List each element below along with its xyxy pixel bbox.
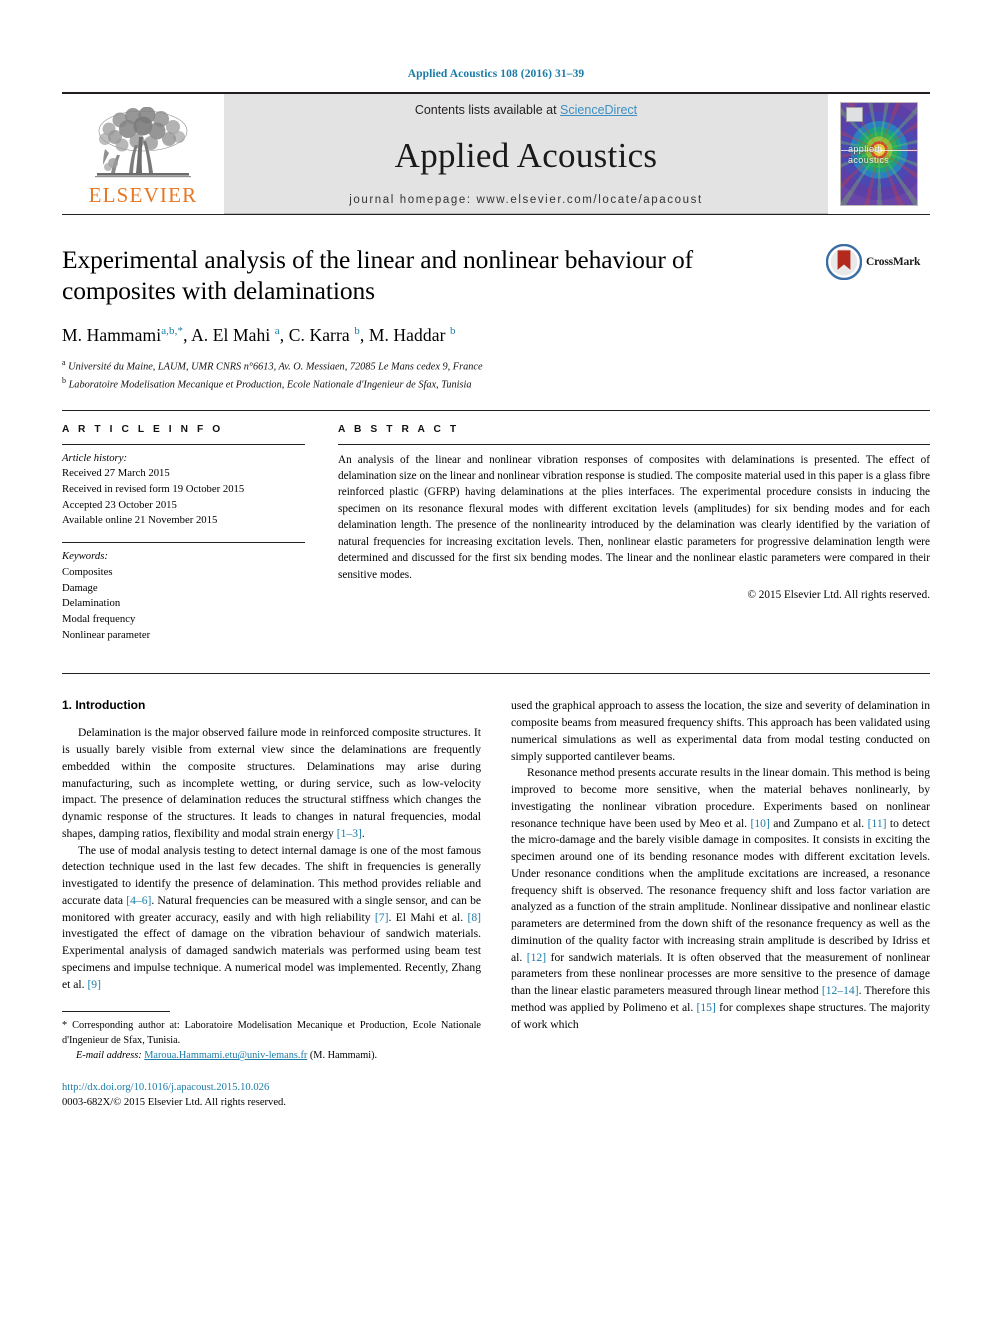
citation-reference[interactable]: [7] bbox=[375, 911, 389, 924]
body-paragraph: Delamination is the major observed failu… bbox=[62, 726, 481, 840]
citation-reference[interactable]: [9] bbox=[87, 978, 101, 991]
running-head: Applied Acoustics 108 (2016) 31–39 bbox=[407, 68, 585, 80]
abstract-copyright: © 2015 Elsevier Ltd. All rights reserved… bbox=[747, 589, 931, 602]
crossmark-badge[interactable]: CrossMark bbox=[826, 244, 930, 280]
keyword-item: Damage bbox=[62, 581, 98, 594]
footnote-rule bbox=[62, 1011, 170, 1013]
section-title-introduction: 1. Introduction bbox=[62, 698, 146, 713]
info-abstract-section: A R T I C L E I N F O Article history: R… bbox=[62, 409, 930, 644]
citation-reference[interactable]: [10] bbox=[750, 817, 769, 830]
crossmark-label: CrossMark bbox=[866, 256, 921, 268]
footnote-block: * Corresponding author at: Laboratoire M… bbox=[62, 1011, 481, 1063]
article-history: Article history: Received 27 March 2015 … bbox=[62, 445, 305, 530]
abstract-text: An analysis of the linear and nonlinear … bbox=[338, 453, 930, 581]
doi-block: http://dx.doi.org/10.1016/j.apacoust.201… bbox=[62, 1080, 481, 1111]
doi-link[interactable]: http://dx.doi.org/10.1016/j.apacoust.201… bbox=[62, 1082, 269, 1093]
corresponding-author-note: * Corresponding author at: Laboratoire M… bbox=[62, 1019, 481, 1049]
abstract-column: A B S T R A C T An analysis of the linea… bbox=[338, 424, 930, 644]
citation-reference[interactable]: [15] bbox=[696, 1001, 715, 1014]
corresponding-author-text: Corresponding author at: Laboratoire Mod… bbox=[62, 1020, 481, 1047]
keyword-item: Delamination bbox=[62, 597, 121, 610]
history-item: Received in revised form 19 October 2015 bbox=[62, 482, 245, 495]
history-item: Received 27 March 2015 bbox=[62, 467, 170, 480]
crossmark-icon bbox=[826, 244, 862, 280]
abstract-heading: A B S T R A C T bbox=[338, 423, 460, 435]
cover-publisher-badge bbox=[846, 107, 863, 122]
elsevier-logo: ELSEVIER bbox=[62, 94, 224, 214]
masthead-bottom-rule bbox=[62, 214, 930, 215]
citation-reference[interactable]: [12–14] bbox=[822, 984, 859, 997]
cover-title-line2: acoustics bbox=[848, 154, 890, 165]
affiliations: a Université du Maine, LAUM, UMR CNRS n°… bbox=[62, 357, 930, 392]
citation-reference[interactable]: [1–3] bbox=[337, 827, 362, 840]
journal-homepage[interactable]: journal homepage: www.elsevier.com/locat… bbox=[349, 194, 703, 206]
cover-image: applied acoustics bbox=[840, 102, 918, 206]
affiliation-a: a Université du Maine, LAUM, UMR CNRS n°… bbox=[62, 358, 483, 373]
footnote-star-marker: * bbox=[62, 1020, 68, 1032]
keyword-item: Modal frequency bbox=[62, 613, 136, 625]
keyword-item: Nonlinear parameter bbox=[62, 628, 151, 641]
title-block: CrossMark Experimental analysis of the l… bbox=[62, 244, 930, 393]
email-note: E-mail address: Maroua.Hammami.etu@univ-… bbox=[62, 1049, 481, 1064]
journal-cover-thumbnail: applied acoustics bbox=[828, 94, 930, 214]
keywords-label: Keywords: bbox=[62, 550, 108, 563]
citation-reference[interactable]: [11] bbox=[868, 817, 887, 830]
affiliation-b-text: Laboratoire Modelisation Mecanique et Pr… bbox=[68, 379, 472, 391]
body-paragraph: The use of modal analysis testing to det… bbox=[62, 843, 482, 991]
cover-title: applied acoustics bbox=[848, 144, 889, 166]
keyword-item: Composites bbox=[62, 565, 113, 578]
article-info-heading: A R T I C L E I N F O bbox=[62, 423, 224, 435]
elsevier-wordmark: ELSEVIER bbox=[88, 182, 198, 207]
contents-available-line: Contents lists available at ScienceDirec… bbox=[415, 103, 637, 117]
citation-reference[interactable]: [12] bbox=[527, 951, 546, 964]
body-paragraph: Resonance method presents accurate resul… bbox=[511, 766, 930, 1031]
cover-title-line1: applied bbox=[848, 143, 880, 154]
body-paragraph: used the graphical approach to assess th… bbox=[511, 699, 930, 763]
email-link[interactable]: Maroua.Hammami.etu@univ-lemans.fr bbox=[144, 1050, 307, 1061]
elsevier-tree-icon bbox=[95, 106, 191, 177]
affiliation-a-text: Université du Maine, LAUM, UMR CNRS n°66… bbox=[68, 361, 483, 373]
article-info-column: A R T I C L E I N F O Article history: R… bbox=[62, 424, 305, 644]
page-title: Experimental analysis of the linear and … bbox=[62, 245, 694, 306]
body-left-column: 1. Introduction Delamination is the majo… bbox=[62, 698, 481, 1110]
issn-copyright-line: 0003-682X/© 2015 Elsevier Ltd. All right… bbox=[62, 1097, 287, 1109]
history-item: Available online 21 November 2015 bbox=[62, 514, 218, 527]
article-history-label: Article history: bbox=[62, 451, 128, 464]
citation-reference[interactable]: [8] bbox=[467, 911, 481, 924]
affiliation-b: b Laboratoire Modelisation Mecanique et … bbox=[62, 375, 472, 391]
citation-reference[interactable]: [4–6] bbox=[126, 894, 151, 907]
email-suffix: (M. Hammami). bbox=[309, 1050, 378, 1062]
email-address-label: E-mail address: bbox=[76, 1050, 142, 1062]
contents-prefix: Contents lists available at bbox=[414, 103, 561, 117]
body-right-column: used the graphical approach to assess th… bbox=[511, 698, 930, 1110]
journal-masthead: ELSEVIER Contents lists available at Sci… bbox=[62, 92, 930, 214]
sciencedirect-link[interactable]: ScienceDirect bbox=[560, 103, 637, 117]
journal-title: Applied Acoustics bbox=[394, 136, 658, 175]
keywords-block: Keywords: Composites Damage Delamination… bbox=[62, 543, 305, 643]
article-page: Applied Acoustics 108 (2016) 31–39 ELSEV… bbox=[0, 0, 992, 1323]
body-columns: 1. Introduction Delamination is the majo… bbox=[62, 673, 930, 1110]
history-item: Accepted 23 October 2015 bbox=[62, 498, 177, 511]
author-list: M. Hammamia,b,*, A. El Mahi a, C. Karra … bbox=[62, 325, 456, 346]
masthead-center: Contents lists available at ScienceDirec… bbox=[224, 94, 828, 214]
